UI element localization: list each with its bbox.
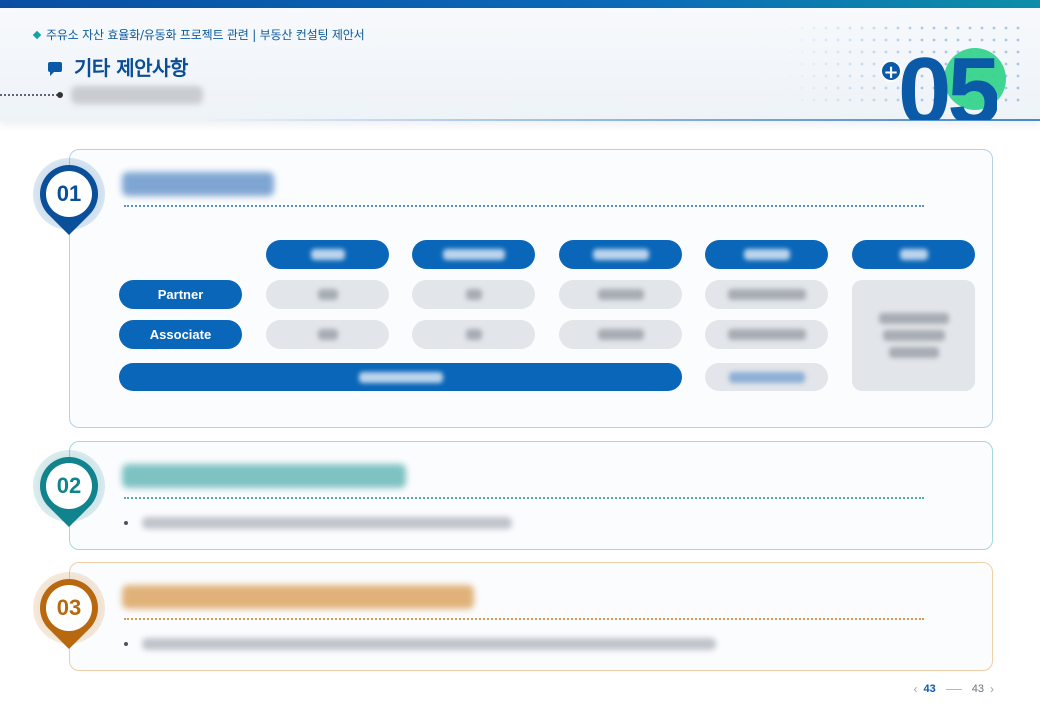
breadcrumb: 주유소 자산 효율화/유동화 프로젝트 관련 | 부동산 컨설팅 제안서: [32, 26, 365, 43]
section-3-title-redacted: [122, 585, 474, 609]
table-cell: [705, 280, 828, 309]
table-cell: [705, 320, 828, 349]
bullet-text-redacted: [142, 638, 716, 650]
section-2-title-redacted: [122, 464, 406, 488]
plus-icon: +: [880, 60, 902, 83]
section-3-bullet: [124, 638, 716, 650]
diamond-bullet-icon: [32, 30, 42, 39]
table-cell: [412, 280, 535, 309]
table-cell: [412, 320, 535, 349]
section-2-badge: 02: [27, 444, 111, 538]
section-2-bullet: [124, 517, 512, 529]
leader-dot: [57, 92, 63, 98]
total-pages: 43: [971, 683, 984, 695]
speech-bubble-icon: [48, 61, 62, 76]
bullet-text-redacted: [142, 517, 512, 529]
column-header-4: [705, 240, 828, 269]
page-separator: [945, 688, 962, 690]
section-3-badge: 03: [27, 566, 111, 660]
column-header-5: [852, 240, 975, 269]
summary-row-label: [119, 363, 682, 391]
breadcrumb-text: 주유소 자산 효율화/유동화 프로젝트 관련 | 부동산 컨설팅 제안서: [46, 28, 365, 42]
chevron-right-icon[interactable]: ›: [990, 682, 994, 696]
current-page: 43: [923, 683, 936, 695]
section-panel-2: [69, 441, 993, 550]
section-1-dotted-rule: [124, 205, 924, 207]
section-2-dotted-rule: [124, 497, 924, 499]
table-cell: [266, 320, 389, 349]
table-cell: [559, 320, 682, 349]
section-1-badge: 01: [27, 152, 111, 246]
column-header-3: [559, 240, 682, 269]
section-number: 05: [898, 44, 997, 120]
top-accent-bar: [0, 0, 1040, 8]
row-label-associate: Associate: [119, 320, 242, 349]
column-header-2: [412, 240, 535, 269]
page-title: 기타 제안사항: [48, 52, 188, 81]
note-cell: [852, 280, 975, 391]
row-label-partner: Partner: [119, 280, 242, 309]
summary-row-cell: [705, 363, 828, 391]
section-3-number: 03: [56, 595, 82, 620]
page-title-text: 기타 제안사항: [74, 56, 188, 80]
bullet-icon: [124, 642, 128, 646]
section-2-number: 02: [56, 473, 82, 498]
section-1-number: 01: [56, 181, 82, 206]
subtitle-redacted: [71, 86, 203, 104]
table-cell: [266, 280, 389, 309]
section-3-dotted-rule: [124, 618, 924, 620]
column-header-1: [266, 240, 389, 269]
bullet-icon: [124, 521, 128, 525]
chevron-left-icon[interactable]: ‹: [914, 682, 918, 696]
section-panel-3: [69, 562, 993, 671]
subtitle-row: [0, 86, 203, 104]
pagination: ‹ 43 43 ›: [914, 682, 995, 696]
section-1-title-redacted: [122, 172, 274, 196]
table-cell: [559, 280, 682, 309]
dotted-leader: [0, 94, 58, 96]
